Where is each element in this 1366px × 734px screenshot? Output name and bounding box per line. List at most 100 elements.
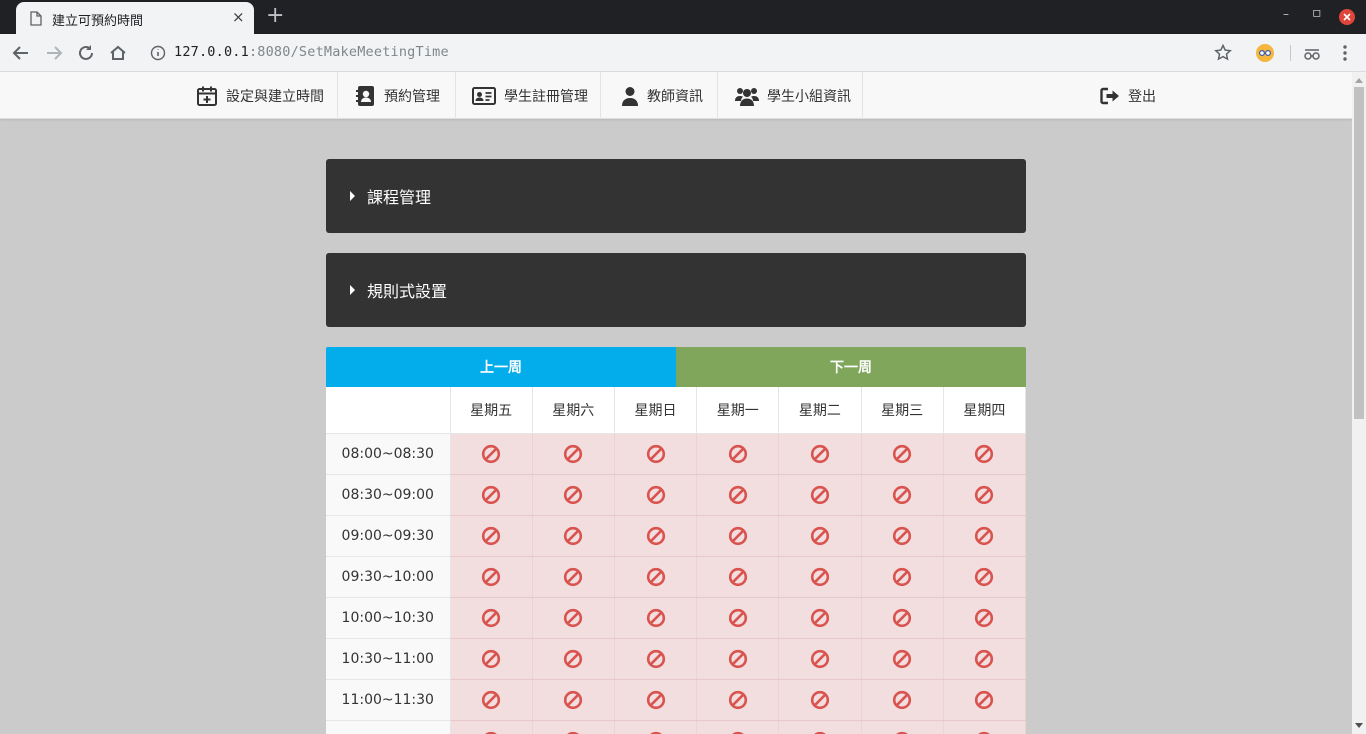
- url-host: 127.0.0.1: [174, 44, 249, 60]
- unavailable-slot-cell[interactable]: [778, 433, 862, 475]
- unavailable-slot-cell[interactable]: [450, 556, 533, 598]
- reload-icon[interactable]: [75, 42, 97, 64]
- unavailable-slot-cell[interactable]: [450, 679, 533, 721]
- rule-settings-panel[interactable]: 規則式設置: [326, 253, 1026, 327]
- unavailable-slot-cell[interactable]: [696, 433, 780, 475]
- unavailable-slot-cell[interactable]: [614, 720, 698, 734]
- scroll-up-arrow-icon[interactable]: [1355, 78, 1363, 83]
- unavailable-slot-cell[interactable]: [861, 556, 944, 598]
- table-row: 08:30~09:00: [326, 474, 1027, 516]
- minimize-button[interactable]: –: [1283, 7, 1289, 21]
- unavailable-slot-cell[interactable]: [450, 474, 533, 516]
- reading-glasses-icon[interactable]: [1301, 42, 1323, 64]
- home-icon[interactable]: [107, 42, 129, 64]
- nav-item-label: 學生註冊管理: [504, 88, 588, 105]
- unavailable-slot-cell[interactable]: [614, 474, 698, 516]
- unavailable-slot-cell[interactable]: [861, 638, 944, 680]
- forward-arrow-icon[interactable]: [43, 42, 65, 64]
- unavailable-slot-cell[interactable]: [696, 474, 780, 516]
- next-week-button[interactable]: 下一周: [676, 347, 1026, 387]
- kebab-menu-icon[interactable]: [1334, 42, 1356, 64]
- ban-icon: [810, 567, 830, 586]
- nav-item-set-time[interactable]: 設定與建立時間: [180, 72, 338, 119]
- unavailable-slot-cell[interactable]: [778, 556, 862, 598]
- unavailable-slot-cell[interactable]: [696, 720, 780, 734]
- unavailable-slot-cell[interactable]: [861, 597, 944, 639]
- bookmark-star-icon[interactable]: [1212, 42, 1234, 64]
- unavailable-slot-cell[interactable]: [450, 515, 533, 557]
- unavailable-slot-cell[interactable]: [614, 556, 698, 598]
- unavailable-slot-cell[interactable]: [943, 515, 1027, 557]
- nav-item-student-groups[interactable]: 學生小組資訊: [718, 72, 863, 119]
- unavailable-slot-cell[interactable]: [696, 638, 780, 680]
- previous-week-button[interactable]: 上一周: [326, 347, 676, 387]
- unavailable-slot-cell[interactable]: [778, 474, 862, 516]
- unavailable-slot-cell[interactable]: [943, 474, 1027, 516]
- unavailable-slot-cell[interactable]: [943, 638, 1027, 680]
- unavailable-slot-cell[interactable]: [614, 597, 698, 639]
- ban-icon: [728, 444, 747, 463]
- unavailable-slot-cell[interactable]: [532, 720, 615, 734]
- nav-item-teacher-info[interactable]: 教師資訊: [601, 72, 718, 119]
- unavailable-slot-cell[interactable]: [778, 515, 862, 557]
- unavailable-slot-cell[interactable]: [450, 597, 533, 639]
- new-tab-button[interactable]: +: [266, 5, 284, 27]
- unavailable-slot-cell[interactable]: [532, 515, 615, 557]
- unavailable-slot-cell[interactable]: [943, 433, 1027, 475]
- unavailable-slot-cell[interactable]: [861, 474, 944, 516]
- unavailable-slot-cell[interactable]: [696, 597, 780, 639]
- logout-link[interactable]: 登出: [1100, 72, 1200, 119]
- unavailable-slot-cell[interactable]: [532, 433, 615, 475]
- ban-icon: [481, 567, 501, 586]
- ban-icon: [975, 649, 994, 668]
- unavailable-slot-cell[interactable]: [943, 679, 1027, 721]
- browser-tab[interactable]: 建立可預約時間 ×: [16, 2, 254, 34]
- unavailable-slot-cell[interactable]: [696, 515, 780, 557]
- unavailable-slot-cell[interactable]: [532, 597, 615, 639]
- unavailable-slot-cell[interactable]: [614, 433, 698, 475]
- course-management-panel[interactable]: 課程管理: [326, 159, 1026, 233]
- unavailable-slot-cell[interactable]: [861, 679, 944, 721]
- unavailable-slot-cell[interactable]: [450, 433, 533, 475]
- nav-item-booking[interactable]: 預約管理: [338, 72, 456, 119]
- time-slot-label: [326, 720, 451, 734]
- unavailable-slot-cell[interactable]: [943, 720, 1027, 734]
- scrollbar-thumb[interactable]: [1354, 87, 1364, 419]
- unavailable-slot-cell[interactable]: [778, 720, 862, 734]
- toolbar-separator: [1290, 45, 1291, 61]
- info-icon[interactable]: [147, 42, 169, 64]
- unavailable-slot-cell[interactable]: [778, 597, 862, 639]
- unavailable-slot-cell[interactable]: [861, 515, 944, 557]
- unavailable-slot-cell[interactable]: [532, 556, 615, 598]
- unavailable-slot-cell[interactable]: [450, 720, 533, 734]
- unavailable-slot-cell[interactable]: [614, 679, 698, 721]
- unavailable-slot-cell[interactable]: [943, 597, 1027, 639]
- address-bar[interactable]: 127.0.0.1:8080/SetMakeMeetingTime: [174, 44, 449, 60]
- users-icon: [735, 87, 759, 106]
- unavailable-slot-cell[interactable]: [778, 638, 862, 680]
- unavailable-slot-cell[interactable]: [614, 638, 698, 680]
- unavailable-slot-cell[interactable]: [450, 638, 533, 680]
- unavailable-slot-cell[interactable]: [696, 556, 780, 598]
- unavailable-slot-cell[interactable]: [943, 556, 1027, 598]
- unavailable-slot-cell[interactable]: [532, 638, 615, 680]
- profile-avatar-icon[interactable]: [1256, 44, 1274, 62]
- ban-icon: [564, 608, 583, 627]
- scroll-down-arrow-icon[interactable]: [1355, 723, 1363, 728]
- back-arrow-icon[interactable]: [10, 42, 32, 64]
- unavailable-slot-cell[interactable]: [778, 679, 862, 721]
- id-card-icon: [472, 86, 496, 105]
- unavailable-slot-cell[interactable]: [614, 515, 698, 557]
- user-icon: [622, 86, 638, 106]
- nav-item-student-registration[interactable]: 學生註冊管理: [456, 72, 601, 119]
- tab-close-icon[interactable]: ×: [232, 9, 245, 25]
- ban-icon: [564, 485, 583, 504]
- unavailable-slot-cell[interactable]: [696, 679, 780, 721]
- unavailable-slot-cell[interactable]: [532, 679, 615, 721]
- window-close-button[interactable]: [1339, 9, 1355, 25]
- unavailable-slot-cell[interactable]: [861, 720, 944, 734]
- unavailable-slot-cell[interactable]: [861, 433, 944, 475]
- unavailable-slot-cell[interactable]: [532, 474, 615, 516]
- day-header: 星期一: [696, 387, 780, 434]
- restore-button[interactable]: ▫: [1312, 5, 1322, 21]
